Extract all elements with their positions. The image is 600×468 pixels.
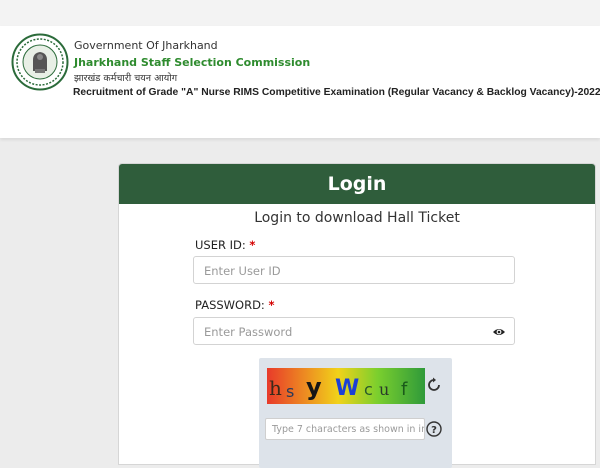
top-strip — [0, 0, 600, 26]
commission-name-hindi: झारखंड कर्मचारी चयन आयोग — [74, 73, 178, 84]
login-card: Login Login to download Hall Ticket USER… — [118, 163, 596, 468]
user-id-input[interactable]: Enter User ID — [193, 256, 515, 284]
user-id-label: USER ID: * — [195, 238, 255, 252]
captcha-char: c — [364, 380, 373, 399]
required-mark: * — [249, 238, 256, 252]
captcha-char: f — [401, 379, 408, 400]
captcha-panel: h s y W c u f Type 7 characters as shown… — [259, 358, 452, 468]
user-id-placeholder: Enter User ID — [204, 264, 281, 278]
captcha-char: h — [269, 376, 282, 400]
captcha-char: W — [335, 376, 359, 401]
login-subtitle: Login to download Hall Ticket — [254, 210, 460, 226]
user-id-label-text: USER ID: — [195, 238, 246, 252]
password-input[interactable]: Enter Password — [193, 317, 515, 345]
password-placeholder: Enter Password — [204, 325, 293, 339]
site-header: Government Of Jharkhand Jharkhand Staff … — [0, 26, 600, 138]
login-card-title: Login — [119, 164, 595, 204]
government-name: Government Of Jharkhand — [74, 39, 218, 52]
svg-text:?: ? — [431, 425, 437, 436]
refresh-icon[interactable] — [425, 376, 443, 394]
commission-name: Jharkhand Staff Selection Commission — [74, 56, 311, 69]
captcha-char: y — [306, 373, 322, 401]
captcha-char: u — [379, 380, 389, 399]
captcha-image: h s y W c u f — [267, 368, 425, 404]
required-mark: * — [268, 298, 275, 312]
captcha-char: s — [286, 382, 294, 401]
exam-title: Recruitment of Grade "A" Nurse RIMS Comp… — [73, 87, 600, 98]
password-label-text: PASSWORD: — [195, 298, 265, 312]
password-label: PASSWORD: * — [195, 298, 274, 312]
captcha-input[interactable]: Type 7 characters as shown in image — [265, 418, 425, 440]
help-icon[interactable]: ? — [426, 421, 442, 437]
emblem-logo — [11, 33, 69, 91]
eye-icon[interactable] — [492, 325, 506, 339]
captcha-placeholder: Type 7 characters as shown in image — [272, 424, 424, 435]
